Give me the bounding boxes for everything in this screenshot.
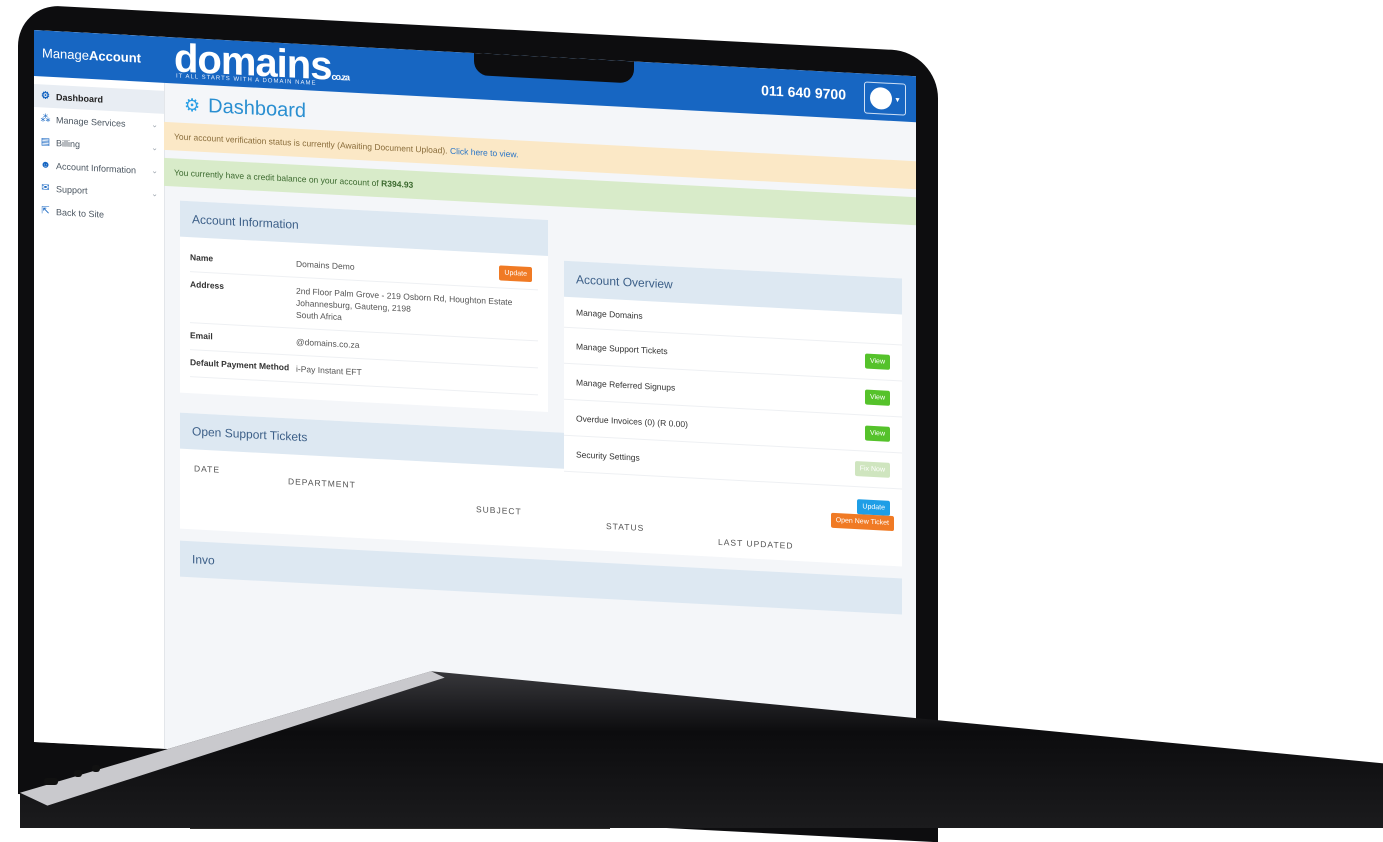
update-account-button[interactable]: Update [499, 265, 532, 283]
column-header-date[interactable]: DATE [194, 463, 220, 474]
sidebar-item-label: Support [56, 183, 88, 196]
chevron-down-icon: ⌄ [151, 143, 158, 153]
users-icon: ☻ [40, 159, 51, 171]
usb-port-icon [74, 770, 82, 777]
sidebar-item-label: Manage Services [56, 114, 126, 129]
verification-alert-link[interactable]: Click here to view. [450, 146, 519, 160]
phone-number[interactable]: 011 640 9700 [761, 82, 846, 102]
sidebar-item-label: Back to Site [56, 206, 105, 220]
chevron-down-icon: ⌄ [151, 166, 158, 176]
exit-icon: ⇱ [41, 205, 50, 217]
gears-icon: ⚙ [41, 90, 50, 102]
column-header-status[interactable]: STATUS [606, 521, 644, 533]
chevron-down-icon: ⌄ [151, 189, 158, 199]
overview-row-label: Security Settings [576, 448, 640, 463]
overview-row-label: Manage Support Tickets [576, 340, 668, 356]
address-line: South Africa [296, 309, 342, 323]
view-referred-signups-button[interactable]: View [864, 389, 890, 406]
column-header-subject[interactable]: SUBJECT [476, 504, 522, 516]
logo-tld: co.za [331, 71, 349, 83]
fix-security-button[interactable]: Fix Now [854, 461, 890, 478]
usb-port-icon [92, 765, 100, 772]
payment-method-value: i-Pay Instant EFT [296, 363, 362, 378]
overview-row-label: Manage Referred Signups [576, 376, 676, 393]
chat-icon: ✉ [41, 182, 50, 194]
column-header-last-updated[interactable]: LAST UPDATED [718, 537, 793, 551]
gears-icon: ⚙ [184, 94, 201, 116]
credit-alert-text: You currently have a credit balance on y… [174, 167, 379, 189]
name-label: Name [190, 252, 214, 264]
sidebar-nav: ⚙ Dashboard ⁂ Manage Services ⌄ ▤ Billin… [34, 76, 164, 229]
open-new-ticket-button[interactable]: Open New Ticket [830, 512, 894, 532]
view-support-tickets-button[interactable]: View [864, 353, 890, 370]
dashboard-cards: Account Information Name Domains Demo Up… [180, 200, 916, 616]
avatar [870, 86, 893, 110]
address-label: Address [190, 279, 225, 291]
sidebar-item-label: Billing [56, 137, 81, 149]
email-label: Email [190, 330, 213, 342]
page-title: Dashboard [208, 95, 306, 123]
view-overdue-invoices-button[interactable]: View [864, 425, 890, 442]
payment-method-label: Default Payment Method [190, 357, 290, 373]
sidebar: ManageAccount ⚙ Dashboard ⁂ Manage Servi… [34, 30, 165, 749]
sidebar-item-label: Account Information [56, 160, 137, 175]
user-menu-button[interactable]: ▾ [864, 81, 906, 116]
column-header-department[interactable]: DEPARTMENT [288, 476, 356, 490]
overview-row-label: Overdue Invoices (0) (R 0.00) [576, 412, 688, 429]
laptop-screen: ManageAccount ⚙ Dashboard ⁂ Manage Servi… [34, 30, 916, 789]
address-value: 2nd Floor Palm Grove - 219 Osborn Rd, Ho… [290, 284, 538, 333]
brand-suffix: Account [88, 47, 141, 66]
account-information-panel: Account Information Name Domains Demo Up… [180, 200, 548, 412]
caret-down-icon: ▾ [895, 94, 900, 104]
verification-alert-text: Your account verification status is curr… [174, 131, 448, 156]
brand[interactable]: ManageAccount [34, 30, 164, 83]
sitemap-icon: ⁂ [40, 113, 51, 125]
brand-prefix: Manage [42, 45, 89, 63]
card-icon: ▤ [40, 136, 51, 148]
usb-port-icon [44, 778, 58, 785]
sidebar-item-label: Dashboard [56, 91, 104, 105]
panel-body: Name Domains Demo Update Address 2nd Flo… [180, 237, 548, 412]
credit-amount: R394.93 [381, 178, 414, 190]
chevron-down-icon: ⌄ [151, 120, 158, 130]
